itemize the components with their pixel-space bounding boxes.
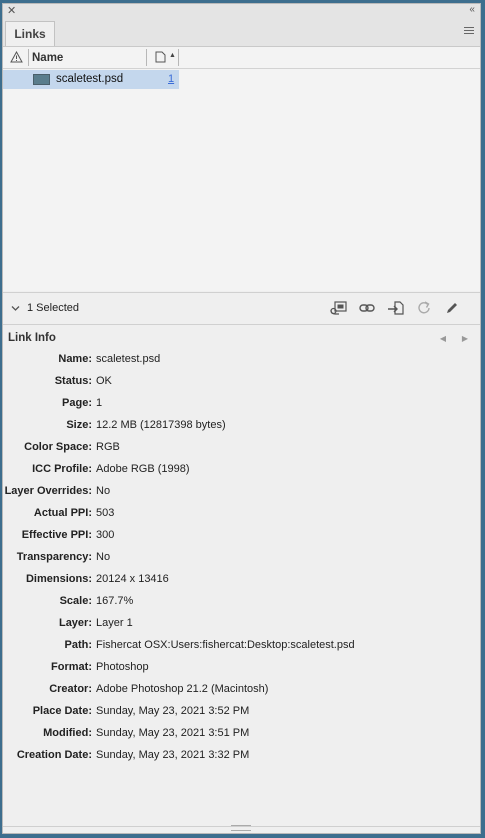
relink-from-cc-libraries-icon[interactable]	[330, 300, 347, 316]
info-row-creator: Creator: Adobe Photoshop 21.2 (Macintosh)	[3, 683, 480, 705]
info-label: Name:	[58, 353, 92, 365]
info-label: Layer Overrides:	[4, 485, 92, 497]
previous-link-icon[interactable]: ◀	[440, 334, 446, 343]
info-row-transparency: Transparency: No	[3, 551, 480, 573]
info-row-layer-overrides: Layer Overrides: No	[3, 485, 480, 507]
info-row-color-space: Color Space: RGB	[3, 441, 480, 463]
info-value: Fishercat OSX:Users:fishercat:Desktop:sc…	[96, 639, 355, 651]
column-divider[interactable]	[28, 49, 29, 66]
info-label: Dimensions:	[25, 573, 92, 585]
status-bar: 1 Selected	[3, 292, 480, 325]
edit-original-icon[interactable]	[444, 300, 460, 316]
info-row-name: Name: scaletest.psd	[3, 353, 480, 375]
info-label: Modified:	[43, 727, 92, 739]
info-row-format: Format: Photoshop	[3, 661, 480, 683]
info-value: No	[96, 551, 111, 563]
link-page-number[interactable]: 1	[168, 73, 174, 85]
links-panel: ✕ ‹‹ Links Name ▲ scaletest.psd 1 1 Sele…	[2, 3, 481, 834]
column-divider[interactable]	[178, 49, 179, 66]
link-info-title: Link Info	[8, 332, 56, 344]
info-row-dimensions: Dimensions: 20124 x 13416	[3, 573, 480, 595]
relink-icon[interactable]	[359, 300, 375, 316]
info-label: Actual PPI:	[33, 507, 92, 519]
tab-row: Links	[3, 18, 480, 47]
info-row-icc-profile: ICC Profile: Adobe RGB (1998)	[3, 463, 480, 485]
info-value: No	[96, 485, 111, 497]
info-value: Photoshop	[96, 661, 149, 673]
info-label: Layer:	[58, 617, 92, 629]
info-label: ICC Profile:	[32, 463, 92, 475]
info-row-status: Status: OK	[3, 375, 480, 397]
column-name-header[interactable]: Name	[32, 52, 63, 64]
column-header: Name ▲	[3, 47, 480, 69]
info-row-creation-date: Creation Date: Sunday, May 23, 2021 3:32 …	[3, 749, 480, 771]
links-list	[3, 69, 480, 291]
info-label: Color Space:	[24, 441, 92, 453]
double-chevron-left-icon[interactable]: ‹‹	[469, 4, 475, 15]
info-row-modified: Modified: Sunday, May 23, 2021 3:51 PM	[3, 727, 480, 749]
info-row-path: Path: Fishercat OSX:Users:fishercat:Deskt…	[3, 639, 480, 661]
info-label: Effective PPI:	[21, 529, 92, 541]
link-name: scaletest.psd	[56, 73, 124, 85]
info-row-place-date: Place Date: Sunday, May 23, 2021 3:52 PM	[3, 705, 480, 727]
info-value: 300	[96, 529, 115, 541]
info-label: Scale:	[59, 595, 92, 607]
info-value: 503	[96, 507, 115, 519]
info-value: Adobe Photoshop 21.2 (Macintosh)	[96, 683, 269, 695]
info-value: RGB	[96, 441, 120, 453]
resize-grip[interactable]	[231, 825, 251, 831]
page-icon[interactable]	[155, 51, 166, 66]
close-icon[interactable]: ✕	[7, 4, 16, 17]
info-label: Size:	[66, 419, 92, 431]
list-item[interactable]: scaletest.psd 1	[3, 70, 179, 89]
selection-count: 1 Selected	[27, 302, 79, 314]
update-link-icon[interactable]	[416, 300, 432, 316]
info-value: 1	[96, 397, 103, 409]
next-link-icon[interactable]: ▶	[462, 334, 468, 343]
info-value: Sunday, May 23, 2021 3:51 PM	[96, 727, 250, 739]
tab-links[interactable]: Links	[5, 21, 55, 46]
info-row-size: Size: 12.2 MB (12817398 bytes)	[3, 419, 480, 441]
chevron-down-icon[interactable]	[11, 303, 20, 315]
info-label: Format:	[51, 661, 92, 673]
info-value: OK	[96, 375, 112, 387]
info-row-actual-ppi: Actual PPI: 503	[3, 507, 480, 529]
warning-icon[interactable]	[10, 50, 23, 66]
link-info-fields: Name: scaletest.psd Status: OK Page: 1 Size…	[3, 353, 480, 771]
info-row-scale: Scale: 167.7%	[3, 595, 480, 617]
column-divider[interactable]	[146, 49, 147, 66]
info-row-page: Page: 1	[3, 397, 480, 419]
info-value: 20124 x 13416	[96, 573, 169, 585]
link-info-header: Link Info ◀ ▶	[3, 324, 480, 351]
panel-title-bar[interactable]: ✕ ‹‹	[3, 4, 480, 18]
info-label: Creator:	[49, 683, 92, 695]
info-value: 167.7%	[96, 595, 134, 607]
info-label: Transparency:	[16, 551, 92, 563]
info-label: Creation Date:	[16, 749, 92, 761]
info-label: Place Date:	[32, 705, 92, 717]
info-value: Layer 1	[96, 617, 133, 629]
info-row-effective-ppi: Effective PPI: 300	[3, 529, 480, 551]
info-value: Adobe RGB (1998)	[96, 463, 190, 475]
image-thumbnail	[33, 74, 50, 85]
info-label: Path:	[64, 639, 93, 651]
panel-menu-icon[interactable]	[464, 27, 474, 36]
go-to-link-icon[interactable]	[387, 300, 404, 316]
info-value: scaletest.psd	[96, 353, 161, 365]
info-label: Page:	[62, 397, 92, 409]
info-value: Sunday, May 23, 2021 3:32 PM	[96, 749, 250, 761]
info-row-layer: Layer: Layer 1	[3, 617, 480, 639]
info-value: Sunday, May 23, 2021 3:52 PM	[96, 705, 250, 717]
info-value: 12.2 MB (12817398 bytes)	[96, 419, 226, 431]
info-label: Status:	[54, 375, 92, 387]
sort-ascending-icon[interactable]: ▲	[169, 52, 176, 59]
